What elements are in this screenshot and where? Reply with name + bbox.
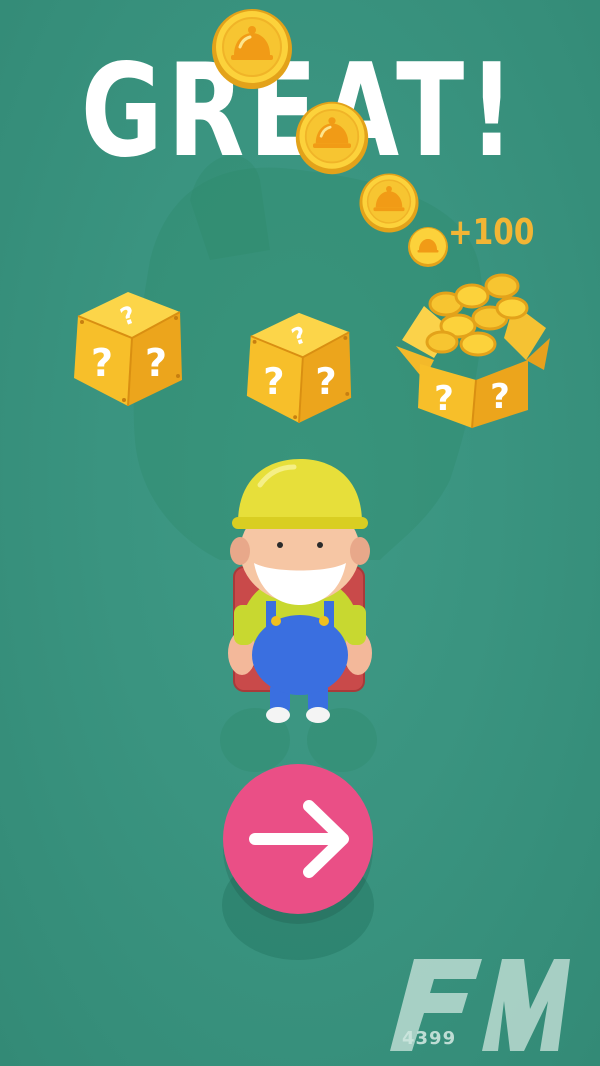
cloche-coin-icon xyxy=(408,227,448,267)
svg-text:?: ? xyxy=(315,360,336,403)
svg-text:?: ? xyxy=(263,360,284,403)
svg-text:?: ? xyxy=(434,379,454,419)
svg-text:?: ? xyxy=(145,341,167,385)
svg-text:?: ? xyxy=(91,341,113,385)
game-screen: GREAT! +100 ? ? ? ? ? ? ? ? 4399 xyxy=(0,0,600,1066)
cloche-coin-icon xyxy=(359,173,419,233)
opened-mystery-box: ? ? xyxy=(396,273,550,429)
watermark-number: 4399 xyxy=(402,1028,457,1049)
svg-text:?: ? xyxy=(490,377,510,417)
arrow-right-icon xyxy=(249,800,349,878)
next-button[interactable] xyxy=(223,764,373,914)
miner-character xyxy=(228,459,372,723)
mystery-box-1[interactable]: ? ? ? xyxy=(70,282,186,410)
cloche-coin-icon xyxy=(212,9,292,89)
cloche-coin-icon xyxy=(295,101,369,175)
mystery-box-2[interactable]: ? ? ? xyxy=(243,302,355,428)
reward-label: +100 xyxy=(448,212,535,253)
